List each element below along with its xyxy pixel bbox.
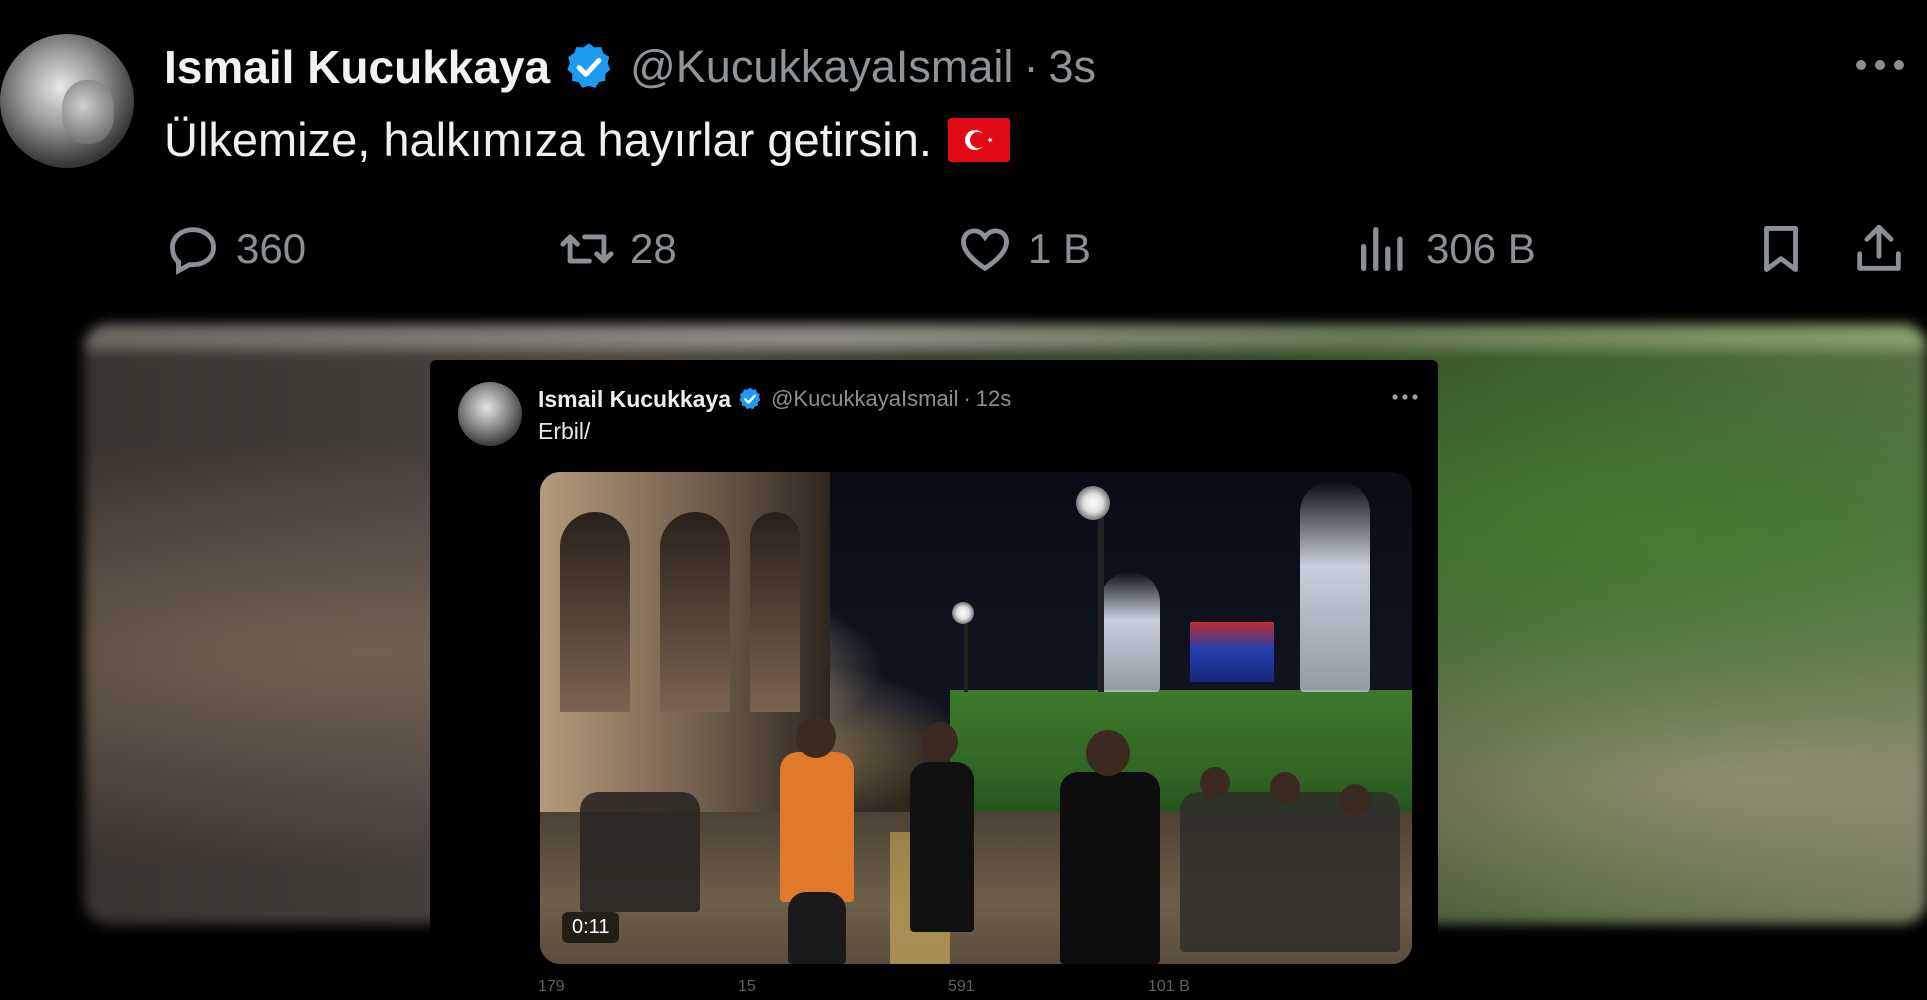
like-button[interactable]: 1 B [956, 220, 1091, 278]
retweet-icon [560, 234, 614, 264]
author-name[interactable]: Ismail Kucukkaya [164, 40, 550, 94]
share-button[interactable] [1850, 220, 1922, 278]
fountain-left [1100, 572, 1160, 692]
quoted-tweet-header: Ismail Kucukkaya @KucukkayaIsmail · 12s [538, 382, 1011, 416]
views-icon [1361, 227, 1403, 271]
bookmark-icon [1764, 226, 1798, 272]
quoted-more-icon[interactable] [1390, 390, 1420, 404]
seated-people-right [1180, 792, 1400, 952]
bookmark-button[interactable] [1752, 220, 1824, 278]
tweet-time[interactable]: 3s [1048, 41, 1096, 93]
like-count: 1 B [1028, 225, 1092, 272]
video-player[interactable]: 0:11 [540, 472, 1412, 964]
views-count: 306 B [1426, 225, 1536, 272]
like-icon [961, 228, 1009, 272]
author-handle[interactable]: @KucukkayaIsmail [630, 41, 1013, 93]
quoted-author-name[interactable]: Ismail Kucukkaya [538, 386, 731, 413]
tweet-body: Ülkemize, halkımıza hayırlar getirsin. [164, 113, 932, 166]
quoted-verified-icon [739, 387, 761, 410]
views-button[interactable]: 306 B [1354, 220, 1536, 278]
lit-building [1190, 622, 1274, 682]
quoted-retweet-count[interactable]: 15 [738, 978, 756, 996]
retweet-button[interactable]: 28 [558, 220, 677, 278]
tweet-header: Ismail Kucukkaya @KucukkayaIsmail · 3s [164, 38, 1096, 96]
person-black-shirt [1060, 772, 1160, 964]
tweet-text: Ülkemize, halkımıza hayırlar getirsin. [164, 112, 1010, 167]
share-icon [1857, 224, 1901, 271]
quoted-tweet-card[interactable]: Ismail Kucukkaya @KucukkayaIsmail · 12s … [430, 360, 1438, 1000]
quoted-tweet-time[interactable]: 12s [976, 386, 1011, 412]
more-icon[interactable] [1851, 50, 1909, 80]
quoted-author-handle[interactable]: @KucukkayaIsmail [771, 386, 958, 412]
verified-icon [567, 43, 611, 88]
person-black-outfit [910, 762, 974, 932]
quoted-tweet-text: Erbil/ [538, 418, 591, 444]
video-duration: 0:11 [562, 912, 620, 943]
separator-dot: · [1023, 41, 1039, 92]
quoted-like-count[interactable]: 591 [948, 978, 975, 996]
fountain-right [1300, 482, 1370, 692]
quoted-tweet-actions: 179 15 591 101 B [538, 978, 1418, 1000]
quoted-author-avatar[interactable] [458, 382, 522, 446]
quoted-separator-dot: · [963, 386, 971, 411]
quoted-views-count[interactable]: 101 B [1148, 978, 1190, 996]
tweet-actions: 360 28 1 B 306 B [0, 220, 1927, 284]
turkey-flag-icon [947, 117, 1010, 162]
person-orange-shirt [780, 752, 854, 902]
reply-count: 360 [236, 225, 307, 272]
reply-button[interactable]: 360 [164, 220, 306, 278]
author-avatar[interactable] [0, 34, 134, 168]
reply-icon [170, 227, 216, 275]
seated-people-left [580, 792, 700, 912]
quoted-reply-count[interactable]: 179 [538, 978, 565, 996]
retweet-count: 28 [630, 225, 677, 272]
